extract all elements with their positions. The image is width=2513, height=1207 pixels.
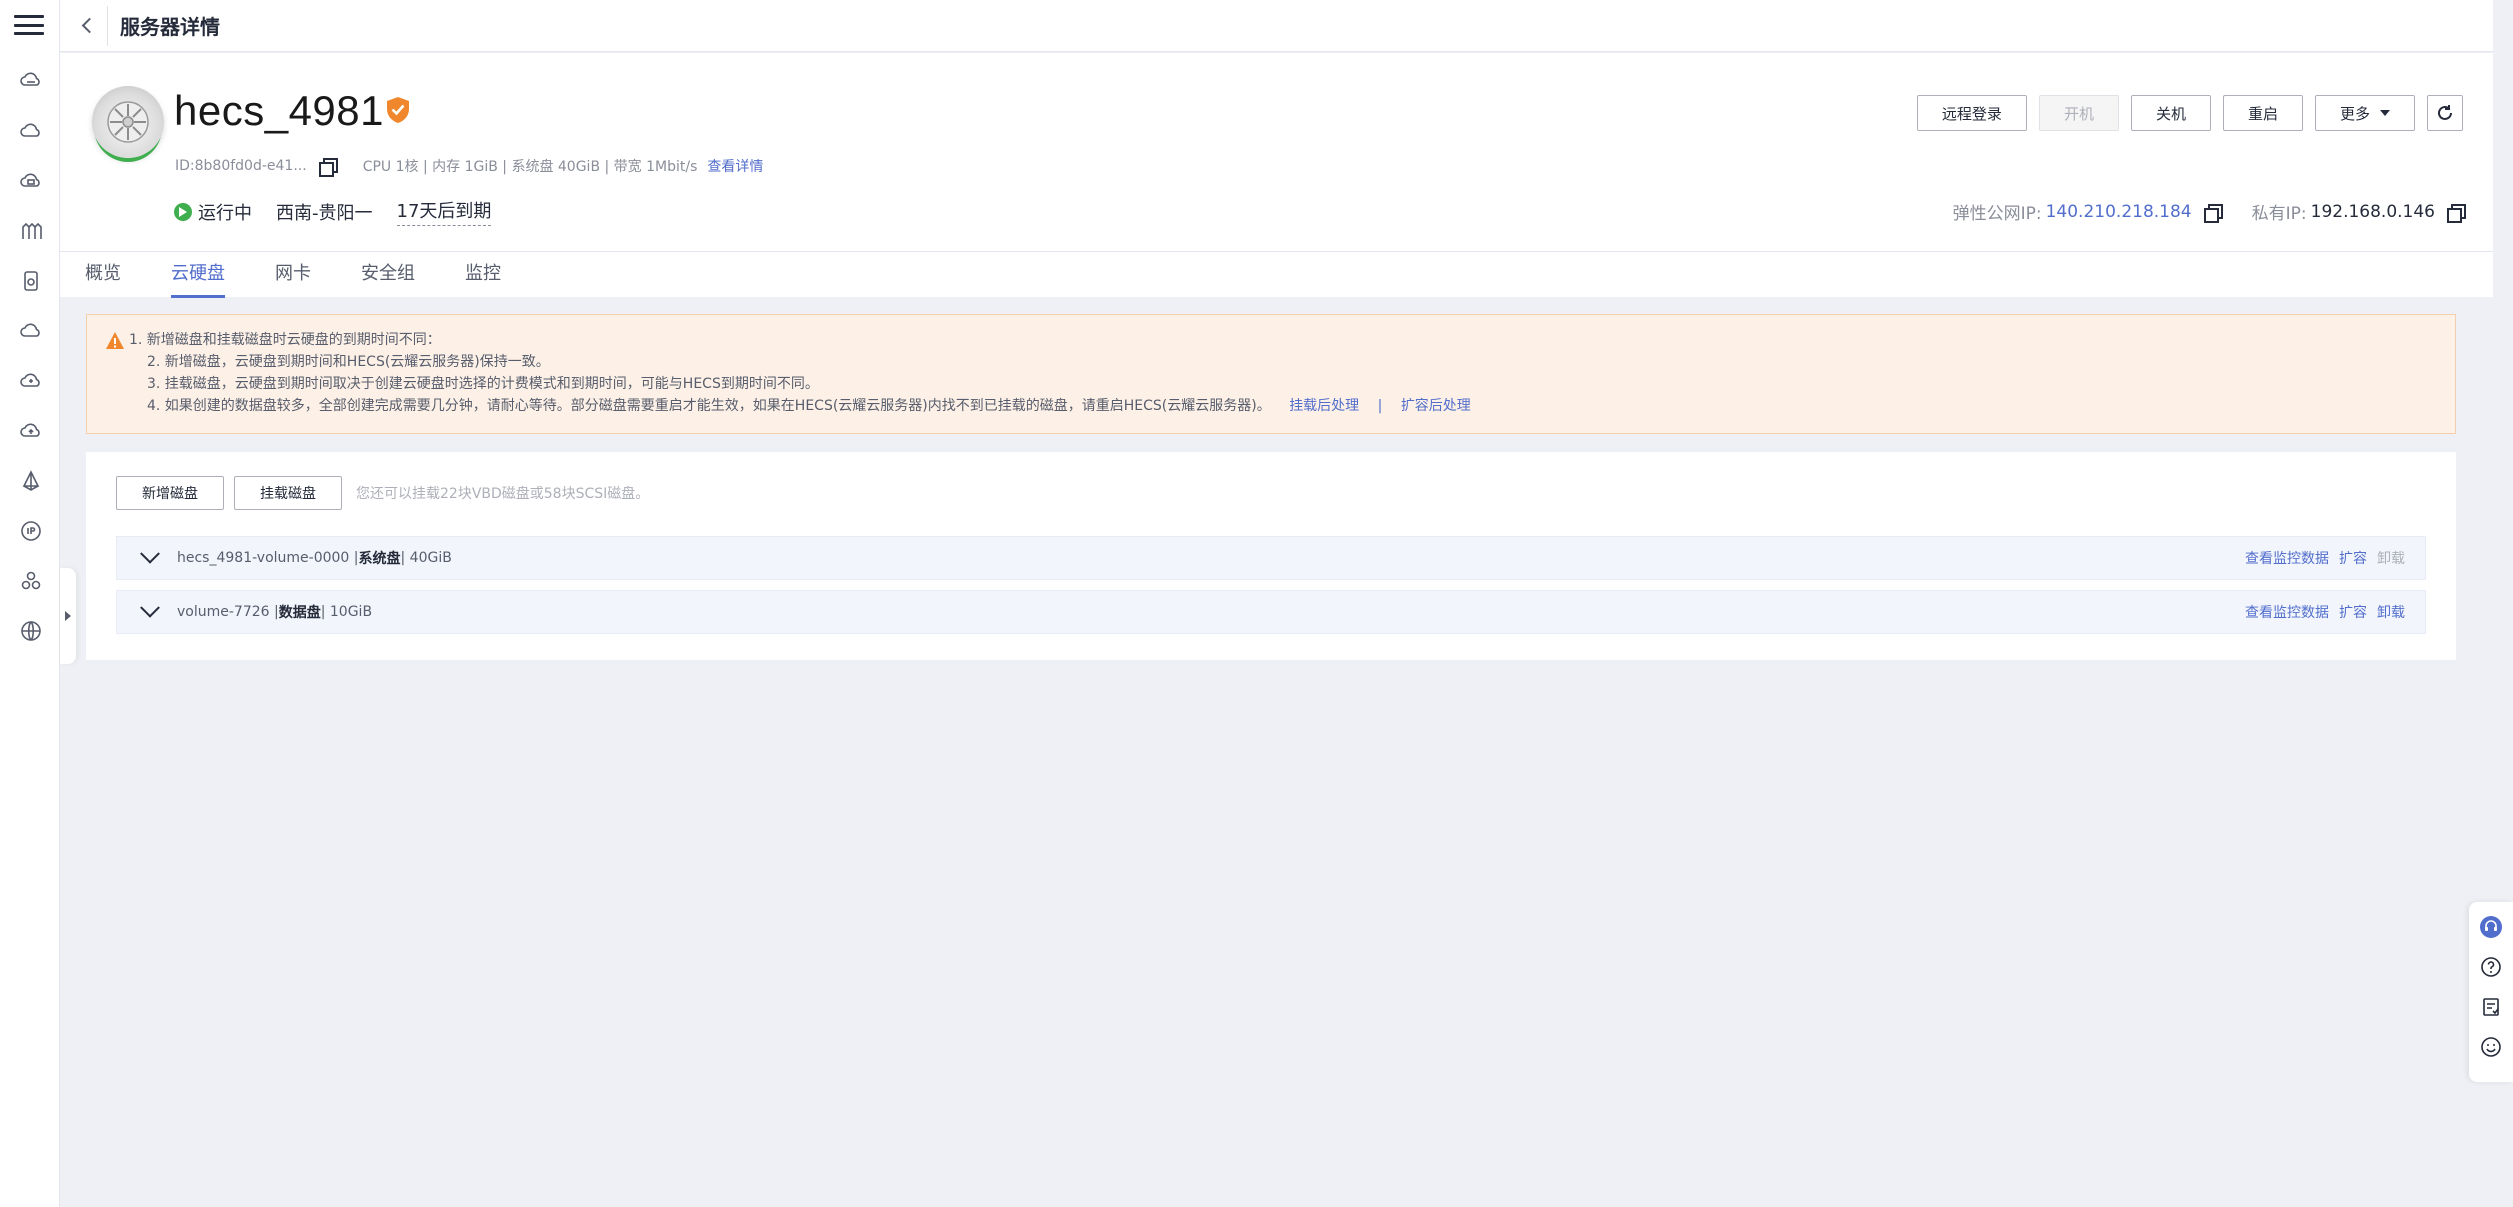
- tab-nic[interactable]: 网卡: [275, 252, 311, 298]
- disk-quota-hint: 您还可以挂载22块VBD磁盘或58块SCSI磁盘。: [356, 486, 650, 502]
- server-name: hecs_4981: [174, 87, 385, 134]
- top-bar: 服务器详情: [60, 0, 2493, 52]
- more-label: 更多: [2339, 104, 2370, 123]
- server-specs: CPU 1核 | 内存 1GiB | 系统盘 40GiB | 带宽 1Mbit/…: [362, 159, 698, 175]
- refresh-icon: [2438, 105, 2452, 120]
- public-ip-label: 弹性公网IP:: [1952, 204, 2042, 224]
- notice-item: 2. 新增磁盘，云硬盘到期时间和HECS(云耀云服务器)保持一致。: [147, 354, 550, 370]
- floating-help-toolbar: [2469, 902, 2513, 1082]
- status-text: 运行中: [198, 202, 252, 224]
- detail-tabs: 概览 云硬盘 网卡 安全组 监控: [60, 251, 2493, 298]
- chevron-down-icon[interactable]: [140, 597, 160, 618]
- cloud-icon[interactable]: [18, 118, 44, 144]
- detach-link[interactable]: 卸载: [2377, 602, 2405, 622]
- disk-panel: 新增磁盘 挂载磁盘 您还可以挂载22块VBD磁盘或58块SCSI磁盘。 hecs…: [86, 452, 2456, 660]
- warning-triangle-icon: [106, 332, 124, 349]
- attach-disk-button[interactable]: 挂载磁盘: [234, 476, 342, 510]
- attach-post-processing-link[interactable]: 挂载后处理: [1289, 398, 1359, 414]
- detach-link: 卸载: [2377, 551, 2405, 567]
- copy-private-ip-icon[interactable]: [2447, 203, 2466, 223]
- running-status-icon: [174, 202, 192, 221]
- notice-item: 4. 如果创建的数据盘较多，全部创建完成需要几分钟，请耐心等待。部分磁盘需要重启…: [147, 398, 1271, 414]
- more-dropdown-button[interactable]: 更多: [2314, 95, 2415, 131]
- link-separator: |: [1377, 398, 1383, 414]
- tab-monitoring[interactable]: 监控: [465, 252, 501, 298]
- verified-shield-icon: [387, 97, 409, 123]
- power-on-button[interactable]: 开机: [2038, 95, 2119, 131]
- disk-size: | 40GiB: [400, 550, 452, 566]
- feedback-icon[interactable]: [2478, 994, 2504, 1020]
- nodes-icon[interactable]: [18, 568, 44, 594]
- disk-row-system[interactable]: hecs_4981-volume-0000 | 系统盘 | 40GiB 查看监控…: [116, 536, 2426, 580]
- power-off-button[interactable]: 关机: [2130, 95, 2211, 131]
- server-meta: ID:8b80fd0d-e41... CPU 1核 | 内存 1GiB | 系统…: [175, 156, 763, 177]
- server-status-line: 运行中 西南-贵阳一 17天后到期: [174, 197, 492, 226]
- server-id: ID:8b80fd0d-e41...: [175, 158, 307, 174]
- disk-row-actions: 查看监控数据 扩容 卸载: [2245, 548, 2405, 568]
- disk-toolbar: 新增磁盘 挂载磁盘 您还可以挂载22块VBD磁盘或58块SCSI磁盘。: [116, 476, 649, 510]
- globe-icon[interactable]: [18, 618, 44, 644]
- cloud-database-icon[interactable]: [18, 168, 44, 194]
- disk-name: volume-7726 |: [177, 604, 279, 620]
- expand-link[interactable]: 扩容: [2339, 548, 2367, 568]
- expand-post-processing-link[interactable]: 扩容后处理: [1401, 398, 1471, 414]
- remote-login-button[interactable]: 远程登录: [1916, 95, 2027, 131]
- view-monitoring-link[interactable]: 查看监控数据: [2245, 602, 2329, 622]
- view-details-link[interactable]: 查看详情: [707, 156, 763, 176]
- customer-service-icon[interactable]: [2478, 914, 2504, 940]
- caret-down-icon: [2380, 110, 2390, 116]
- public-ip-value[interactable]: 140.210.218.184: [2046, 202, 2192, 222]
- restart-button[interactable]: 重启: [2222, 95, 2303, 131]
- cloud-shield-icon[interactable]: [18, 368, 44, 394]
- disk-type: 系统盘: [358, 551, 401, 567]
- network-icon[interactable]: [18, 468, 44, 494]
- disk-row-data[interactable]: volume-7726 | 数据盘 | 10GiB 查看监控数据 扩容 卸载: [116, 590, 2426, 634]
- disk-size: | 10GiB: [320, 604, 373, 620]
- ip-info: 弹性公网IP: 140.210.218.184 私有IP: 192.168.0.…: [1952, 199, 2466, 224]
- copy-public-ip-icon[interactable]: [2203, 203, 2223, 223]
- warning-notice: 1. 新增磁盘和挂载磁盘时云硬盘的到期时间不同： 2. 新增磁盘，云硬盘到期时间…: [86, 314, 2456, 434]
- chevron-down-icon[interactable]: [140, 543, 160, 564]
- add-disk-button[interactable]: 新增磁盘: [116, 476, 224, 510]
- tab-overview[interactable]: 概览: [85, 252, 121, 298]
- notice-item-with-links: 4. 如果创建的数据盘较多，全部创建完成需要几分钟，请耐心等待。部分磁盘需要重启…: [129, 395, 2455, 417]
- help-icon[interactable]: [2478, 954, 2504, 980]
- cloud-server-icon[interactable]: [18, 68, 44, 94]
- chevron-left-icon: [81, 17, 98, 34]
- copy-id-icon[interactable]: [318, 158, 338, 177]
- hamburger-menu-icon[interactable]: [14, 12, 44, 38]
- notice-item: 3. 挂载磁盘，云硬盘到期时间取决于创建云硬盘时选择的计费模式和到期时间，可能与…: [147, 376, 819, 392]
- back-button[interactable]: [68, 5, 108, 46]
- expand-link[interactable]: 扩容: [2339, 602, 2367, 622]
- disk-row-actions: 查看监控数据 扩容 卸载: [2245, 602, 2405, 622]
- left-nav-rail: [0, 0, 60, 1207]
- notice-item: 1. 新增磁盘和挂载磁盘时云硬盘的到期时间不同：: [129, 332, 441, 348]
- page-title: 服务器详情: [120, 15, 220, 39]
- satisfaction-icon[interactable]: [2478, 1034, 2504, 1060]
- ip-icon[interactable]: [18, 518, 44, 544]
- expiry-text[interactable]: 17天后到期: [396, 197, 492, 226]
- cluster-icon[interactable]: [18, 218, 44, 244]
- region-text: 西南-贵阳一: [276, 202, 373, 224]
- cloud-upload-icon[interactable]: [18, 418, 44, 444]
- storage-icon[interactable]: [18, 268, 44, 294]
- sidebar-expand-handle[interactable]: [60, 568, 76, 664]
- tab-security-group[interactable]: 安全组: [361, 252, 415, 298]
- action-toolbar: 远程登录 开机 关机 重启 更多: [1916, 95, 2463, 131]
- private-ip-value: 192.168.0.146: [2310, 201, 2435, 222]
- view-monitoring-link[interactable]: 查看监控数据: [2245, 548, 2329, 568]
- tab-cloud-disks[interactable]: 云硬盘: [171, 252, 225, 298]
- server-header: hecs_4981 ID:8b80fd0d-e41... CPU 1核 | 内存…: [60, 53, 2493, 251]
- cloud-outline-icon[interactable]: [18, 318, 44, 344]
- disk-type: 数据盘: [278, 605, 321, 621]
- private-ip-label: 私有IP:: [2251, 204, 2307, 224]
- server-avatar-icon: [92, 86, 164, 158]
- caret-right-icon: [65, 611, 71, 621]
- disk-name: hecs_4981-volume-0000 |: [177, 550, 359, 566]
- refresh-button[interactable]: [2427, 95, 2463, 131]
